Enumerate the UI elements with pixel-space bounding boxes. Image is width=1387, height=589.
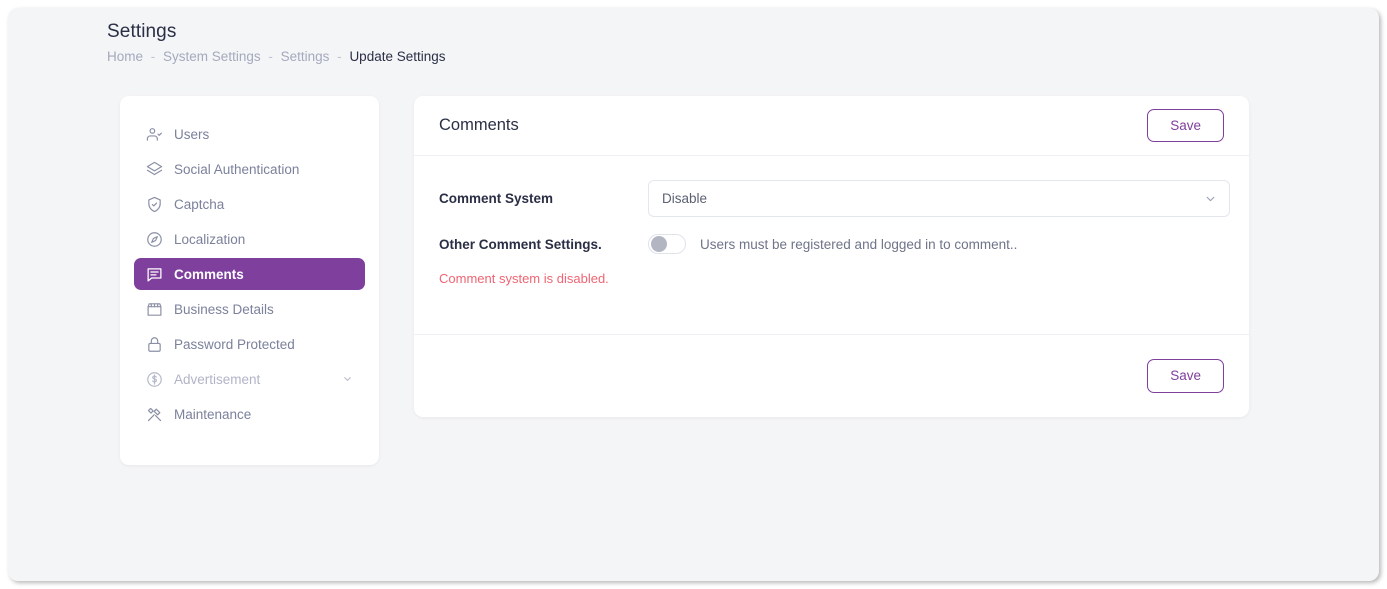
sidebar-item-password-protected[interactable]: Password Protected: [134, 328, 365, 360]
sidebar-item-localization[interactable]: Localization: [134, 223, 365, 255]
settings-sidebar: Users Social Authentication Captcha Loca…: [120, 96, 379, 465]
comment-system-label: Comment System: [439, 191, 554, 206]
registered-users-toggle[interactable]: [648, 234, 686, 254]
sidebar-item-label: Captcha: [174, 196, 225, 212]
layers-icon: [146, 161, 163, 178]
store-icon: [146, 301, 163, 318]
comment-icon: [146, 266, 163, 283]
other-comment-settings-label: Other Comment Settings.: [439, 236, 602, 252]
card-footer: Save: [414, 334, 1249, 417]
sidebar-item-comments[interactable]: Comments: [134, 258, 365, 290]
card-header: Comments Save: [414, 96, 1249, 156]
app-frame: Settings Home - System Settings - Settin…: [8, 8, 1379, 581]
card-body: Comment System Disable Other Comment Set…: [414, 156, 1249, 286]
page-title: Settings: [107, 21, 177, 42]
breadcrumb-item-update-settings: Update Settings: [349, 49, 446, 64]
comments-settings-card: Comments Save Comment System Disable Oth…: [414, 96, 1249, 417]
breadcrumb-item-home[interactable]: Home: [107, 49, 143, 64]
breadcrumb-separator: -: [337, 49, 342, 64]
lock-icon: [146, 336, 163, 353]
sidebar-item-label: Users: [174, 126, 210, 142]
users-icon: [146, 126, 163, 143]
comment-system-row: Comment System Disable: [439, 180, 1230, 217]
toggle-description: Users must be registered and logged in t…: [700, 236, 1018, 252]
save-button-bottom[interactable]: Save: [1147, 359, 1224, 393]
sidebar-item-business-details[interactable]: Business Details: [134, 293, 365, 325]
breadcrumb-item-system-settings[interactable]: System Settings: [163, 49, 261, 64]
sidebar-item-label: Comments: [174, 266, 244, 282]
tools-icon: [146, 406, 163, 423]
sidebar-item-maintenance[interactable]: Maintenance: [134, 398, 365, 430]
sidebar-item-advertisement[interactable]: Advertisement: [134, 363, 365, 395]
toggle-wrapper: Users must be registered and logged in t…: [648, 234, 1224, 254]
breadcrumb-item-settings[interactable]: Settings: [281, 49, 330, 64]
comment-system-select[interactable]: Disable: [648, 180, 1230, 217]
compass-icon: [146, 231, 163, 248]
sidebar-item-label: Localization: [174, 231, 246, 247]
breadcrumb-separator: -: [268, 49, 273, 64]
sidebar-item-social-authentication[interactable]: Social Authentication: [134, 153, 365, 185]
other-comment-settings-row: Other Comment Settings. Users must be re…: [439, 234, 1224, 254]
breadcrumb: Home - System Settings - Settings - Upda…: [107, 48, 446, 66]
save-button-top[interactable]: Save: [1147, 108, 1224, 143]
comment-system-value: Disable: [662, 191, 708, 206]
sidebar-item-label: Social Authentication: [174, 161, 300, 177]
chevron-down-icon[interactable]: [1204, 192, 1217, 205]
breadcrumb-separator: -: [150, 49, 156, 64]
dollar-circle-icon: [146, 371, 163, 388]
sidebar-item-label: Business Details: [174, 301, 274, 317]
shield-icon: [146, 196, 163, 213]
error-message: Comment system is disabled.: [439, 271, 609, 286]
toggle-knob: [651, 236, 667, 252]
sidebar-item-users[interactable]: Users: [134, 118, 365, 150]
other-comment-settings-field: Users must be registered and logged in t…: [648, 234, 1224, 254]
sidebar-item-label: Advertisement: [174, 371, 261, 387]
comment-system-field: Disable: [648, 180, 1230, 217]
page-header: Settings Home - System Settings - Settin…: [107, 20, 446, 66]
chevron-down-icon[interactable]: [342, 374, 353, 385]
sidebar-item-label: Maintenance: [174, 406, 252, 422]
sidebar-item-label: Password Protected: [174, 336, 295, 352]
card-title: Comments: [439, 116, 519, 134]
sidebar-item-captcha[interactable]: Captcha: [134, 188, 365, 220]
